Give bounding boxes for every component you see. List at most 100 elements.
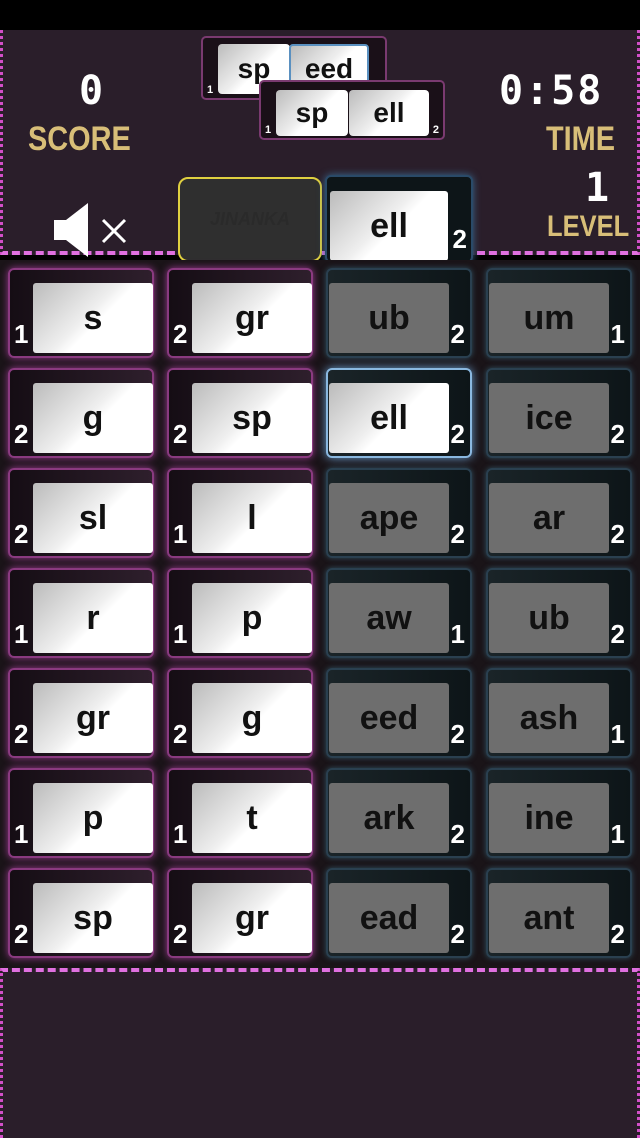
tile-text: ead <box>329 883 449 953</box>
tile-text: ash <box>489 683 609 753</box>
tile-text: l <box>192 483 312 553</box>
suffix-tile-cell[interactable]: ub 2 <box>326 268 472 358</box>
tile-number: 2 <box>450 719 465 749</box>
suffix-tile-cell[interactable]: ine 1 <box>486 768 632 858</box>
tile-number: 1 <box>14 319 29 349</box>
suffix-tile-cell[interactable]: aw 1 <box>326 568 472 658</box>
tile-text: aw <box>329 583 449 653</box>
tile-text: sl <box>33 483 153 553</box>
tile-number: 2 <box>450 319 465 349</box>
tile-number: 1 <box>610 719 625 749</box>
tile-text: gr <box>192 283 312 353</box>
prefix-tile-cell[interactable]: p1 <box>167 568 313 658</box>
tile-number: 1 <box>173 519 188 549</box>
tile-number: 2 <box>173 919 188 949</box>
tile-text: gr <box>33 683 153 753</box>
speaker-muted-icon <box>54 203 127 257</box>
current-suffix[interactable]: ell 2 <box>325 175 473 263</box>
tile-number: 1 <box>173 619 188 649</box>
tile-number: 1 <box>14 619 29 649</box>
suffix-tile-cell[interactable]: ead 2 <box>326 868 472 958</box>
level-value: 1 <box>585 165 612 211</box>
prefix-tile-cell[interactable]: sp 2 <box>8 868 154 958</box>
history-word: 1 sp ell 2 <box>259 80 445 140</box>
prefix-tile-cell[interactable]: l1 <box>167 468 313 558</box>
tile-number: 2 <box>610 919 625 949</box>
tile-number: 2 <box>450 819 465 849</box>
prefix-tile-cell[interactable]: gr 2 <box>8 668 154 758</box>
prefix-number: 1 <box>207 84 214 96</box>
suffix-tile: ell <box>349 90 429 136</box>
tile-text: r <box>33 583 153 653</box>
suffix-tile-cell[interactable]: ar 2 <box>486 468 632 558</box>
suffix-tile-cell[interactable]: eed 2 <box>326 668 472 758</box>
prefix-slot[interactable]: JINANKA <box>178 177 322 262</box>
tile-text: sp <box>33 883 153 953</box>
tile-text: gr <box>192 883 312 953</box>
tile-number: 1 <box>610 319 625 349</box>
tile-number: 2 <box>173 719 188 749</box>
suffix-tile-cell[interactable]: ash 1 <box>486 668 632 758</box>
tile-text: ine <box>489 783 609 853</box>
prefix-tile-cell[interactable]: gr 2 <box>167 868 313 958</box>
prefix-tile-cell[interactable]: s1 <box>8 268 154 358</box>
tile-text: ar <box>489 483 609 553</box>
tile-number: 2 <box>173 419 188 449</box>
prefix-number: 1 <box>265 124 272 136</box>
prefix-tile-cell[interactable]: gr 2 <box>167 268 313 358</box>
tile-text: ark <box>329 783 449 853</box>
time-label: TIME <box>546 120 616 158</box>
suffix-tile: ell <box>330 191 448 261</box>
tile-text: t <box>192 783 312 853</box>
score-value: 0 <box>79 68 106 114</box>
tile-board: s 1 gr 2 ub 2 um 1 g 2 sp 2 ell 2 ice 2 sl 2 l 1 ape 2 ar 2 r 1 p 1… <box>0 260 640 968</box>
prefix-tile-cell[interactable]: sp 2 <box>167 368 313 458</box>
suffix-number: 2 <box>432 124 439 136</box>
tile-number: 1 <box>610 819 625 849</box>
suffix-tile-cell[interactable]: ant 2 <box>486 868 632 958</box>
suffix-tile-cell[interactable]: ape 2 <box>326 468 472 558</box>
header: 0 SCORE 0:58 TIME 1 LEVEL 1 sp eed 2 1 s… <box>0 30 640 263</box>
tile-text: sp <box>192 383 312 453</box>
tile-number: 2 <box>173 319 188 349</box>
prefix-tile-cell[interactable]: g2 <box>167 668 313 758</box>
suffix-number: 2 <box>452 224 467 254</box>
score-label: SCORE <box>28 120 131 158</box>
suffix-tile-cell[interactable]: ice 2 <box>486 368 632 458</box>
tile-number: 2 <box>450 919 465 949</box>
tile-number: 2 <box>610 419 625 449</box>
tile-number: 1 <box>173 819 188 849</box>
tile-number: 2 <box>450 519 465 549</box>
tile-number: 2 <box>610 519 625 549</box>
tile-text: g <box>33 383 153 453</box>
suffix-tile-cell[interactable]: ark 2 <box>326 768 472 858</box>
prefix-tile-cell[interactable]: p1 <box>8 768 154 858</box>
tile-text: ant <box>489 883 609 953</box>
tile-number: 2 <box>14 719 29 749</box>
tile-number: 1 <box>14 819 29 849</box>
prefix-tile-cell[interactable]: g2 <box>8 368 154 458</box>
tile-text: p <box>192 583 312 653</box>
tile-number: 2 <box>610 619 625 649</box>
suffix-tile-cell[interactable]: um 1 <box>486 268 632 358</box>
tile-number: 2 <box>450 419 465 449</box>
tile-number: 2 <box>14 519 29 549</box>
tile-text: ell <box>329 383 449 453</box>
tile-number: 2 <box>14 419 29 449</box>
logo: JINANKA <box>209 209 290 229</box>
level-label: LEVEL <box>547 210 630 243</box>
tile-number: 1 <box>450 619 465 649</box>
status-bar <box>0 0 640 30</box>
prefix-tile: sp <box>276 90 348 136</box>
tile-text: ice <box>489 383 609 453</box>
suffix-tile-cell[interactable]: ell 2 <box>326 368 472 458</box>
tile-text: um <box>489 283 609 353</box>
suffix-tile-cell[interactable]: ub 2 <box>486 568 632 658</box>
prefix-tile-cell[interactable]: sl 2 <box>8 468 154 558</box>
tile-text: ub <box>489 583 609 653</box>
prefix-tile-cell[interactable]: t1 <box>167 768 313 858</box>
sound-toggle[interactable] <box>51 200 141 260</box>
time-value: 0:58 <box>499 68 604 114</box>
prefix-tile-cell[interactable]: r1 <box>8 568 154 658</box>
tile-text: p <box>33 783 153 853</box>
